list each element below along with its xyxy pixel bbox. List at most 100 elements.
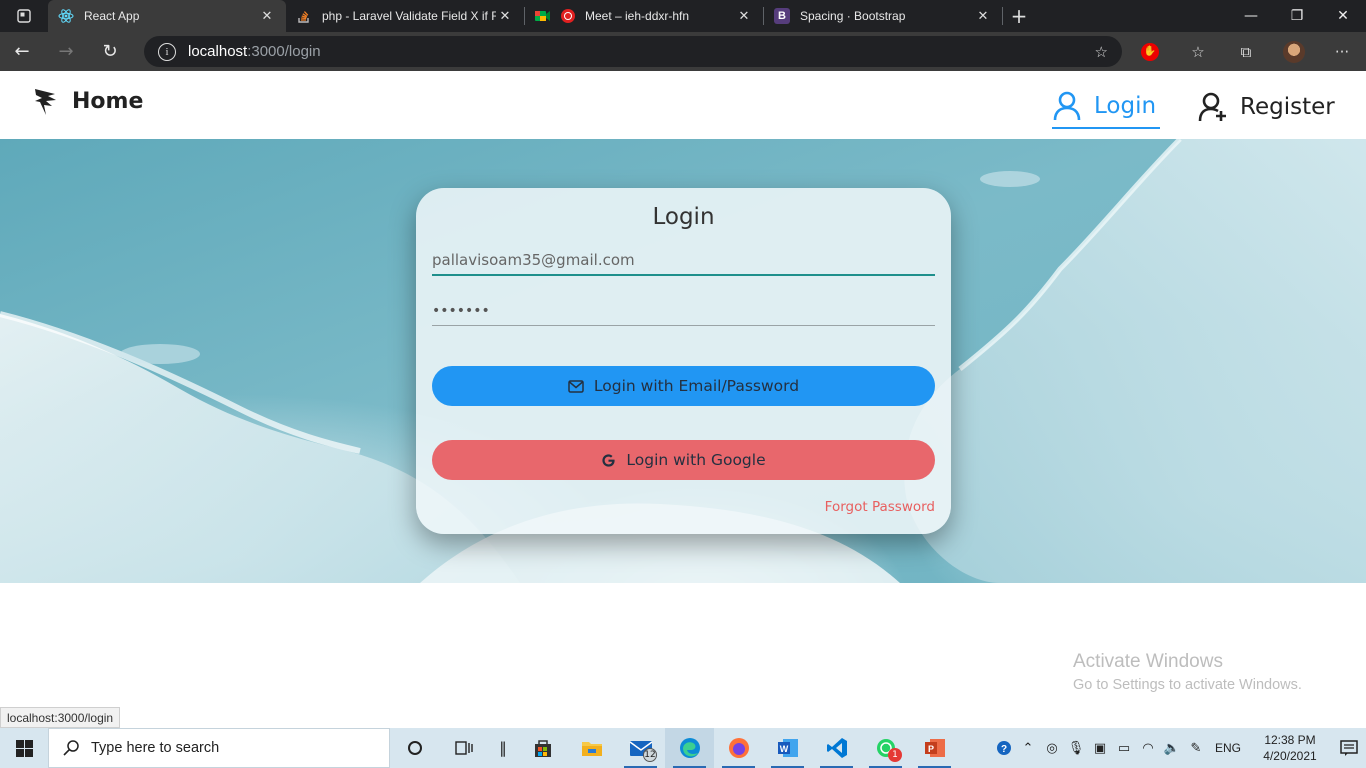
home-link[interactable]: Home (33, 85, 143, 117)
nav-login-link[interactable]: Login (1052, 85, 1161, 129)
tab-meet[interactable]: Meet – ieh-ddxr-hfn ✕ (525, 0, 763, 32)
tab-bootstrap[interactable]: B Spacing · Bootstrap ✕ (764, 0, 1002, 32)
restore-icon[interactable]: ❐ (1274, 0, 1320, 32)
login-email-label: Login with Email/Password (593, 377, 800, 395)
powerpoint-icon[interactable]: P (910, 728, 959, 768)
taskbar-clock[interactable]: 12:38 PM 4/20/2021 (1248, 732, 1332, 764)
close-tab-icon[interactable]: ✕ (735, 8, 753, 24)
tab-title: Spacing · Bootstrap (800, 9, 906, 23)
help-icon[interactable]: ? (992, 728, 1016, 768)
windows-start-icon[interactable] (0, 728, 48, 768)
whatsapp-badge: 1 (888, 748, 902, 762)
close-tab-icon[interactable]: ✕ (974, 8, 992, 24)
microphone-icon[interactable]: 🎙 (1064, 728, 1088, 768)
taskbar-search-input[interactable]: Type here to search (48, 728, 390, 768)
task-view-icon[interactable] (439, 728, 488, 768)
search-icon (63, 740, 79, 756)
whatsapp-icon[interactable]: 1 (861, 728, 910, 768)
close-tab-icon[interactable]: ✕ (496, 8, 514, 24)
firefox-icon[interactable] (714, 728, 763, 768)
battery-icon[interactable]: ▭ (1112, 728, 1136, 768)
nav-register-label: Register (1240, 94, 1335, 120)
add-favorite-icon[interactable]: ☆ (1095, 43, 1108, 61)
vscode-icon[interactable] (812, 728, 861, 768)
mail-icon (568, 379, 584, 393)
close-tab-icon[interactable]: ✕ (258, 8, 276, 24)
forgot-password-link[interactable]: Forgot Password (790, 499, 935, 515)
clock-time: 12:38 PM (1264, 733, 1316, 747)
meet-icon (535, 8, 575, 24)
notification-center-icon[interactable] (1332, 728, 1366, 768)
site-info-icon[interactable]: i (158, 42, 176, 61)
tab-actions-icon[interactable] (0, 0, 48, 32)
email-input[interactable] (432, 246, 935, 274)
home-label: Home (72, 88, 144, 114)
svg-text:P: P (927, 744, 933, 754)
windows-taskbar: Type here to search ‖ 12 W 1 P ? ⌃ ◎ 🎙 ▣… (0, 728, 1366, 768)
extension-icon[interactable]: ✋ (1126, 32, 1174, 71)
avatar (1283, 40, 1305, 63)
stackoverflow-icon (296, 8, 312, 24)
browser-toolbar-right: ✋ ☆ ⧉ ··· (1126, 32, 1366, 71)
profile-avatar[interactable] (1270, 32, 1318, 71)
login-email-button[interactable]: Login with Email/Password (432, 366, 935, 406)
refresh-icon[interactable]: ↻ (88, 32, 132, 71)
settings-more-icon[interactable]: ··· (1318, 32, 1366, 71)
tab-title: React App (84, 9, 140, 23)
meet-now-icon[interactable]: ◎ (1040, 728, 1064, 768)
address-bar: ← → ↻ i localhost:3000/login ☆ ✋ ☆ ⧉ ··· (0, 32, 1366, 71)
login-google-button[interactable]: Login with Google (432, 440, 935, 480)
back-icon[interactable]: ← (0, 32, 44, 71)
file-explorer-icon[interactable] (567, 728, 616, 768)
password-input[interactable] (432, 296, 935, 325)
edge-icon[interactable] (665, 728, 714, 768)
nav-register-link[interactable]: Register (1198, 85, 1335, 129)
user-icon (1053, 91, 1081, 121)
password-field[interactable] (432, 296, 935, 326)
close-window-icon[interactable]: ✕ (1320, 0, 1366, 32)
search-placeholder: Type here to search (91, 740, 220, 756)
url-text: localhost:3000/login (188, 43, 321, 60)
app-navbar: Home Login Register (0, 71, 1366, 139)
minimize-icon[interactable]: — (1228, 0, 1274, 32)
favorites-icon[interactable]: ☆ (1174, 32, 1222, 71)
tab-react-app[interactable]: React App ✕ (48, 0, 286, 32)
login-title: Login (652, 204, 715, 230)
tab-title: php - Laravel Validate Field X if F (322, 9, 496, 23)
url-input[interactable]: i localhost:3000/login ☆ (144, 36, 1122, 67)
system-tray: ? ⌃ ◎ 🎙 ▣ ▭ ◠ 🔈 ✎ ENG 12:38 PM 4/20/2021 (992, 728, 1366, 768)
status-bar-link: localhost:3000/login (0, 707, 121, 728)
show-hidden-icons-icon[interactable]: ⌃ (1016, 728, 1040, 768)
browser-tab-strip: React App ✕ php - Laravel Validate Field… (0, 0, 1366, 32)
device-icon[interactable]: ▣ (1088, 728, 1112, 768)
watermark-title: Activate Windows (1073, 651, 1223, 672)
nav-login-label: Login (1094, 93, 1157, 119)
mail-app-icon[interactable]: 12 (616, 728, 665, 768)
wifi-icon[interactable]: ◠ (1136, 728, 1160, 768)
google-icon (602, 453, 615, 467)
window-controls: — ❐ ✕ (1228, 0, 1366, 32)
forward-icon[interactable]: → (44, 32, 88, 71)
volume-icon[interactable]: 🔈 (1160, 728, 1184, 768)
brand-logo-icon (35, 89, 56, 115)
login-card: Login (416, 188, 951, 534)
watermark-subtitle: Go to Settings to activate Windows. (1073, 677, 1302, 693)
svg-text:?: ? (1001, 744, 1007, 755)
tab-stackoverflow[interactable]: php - Laravel Validate Field X if F ✕ (286, 0, 524, 32)
svg-text:W: W (779, 744, 788, 754)
word-icon[interactable]: W (763, 728, 812, 768)
tab-title: Meet – ieh-ddxr-hfn (585, 9, 690, 23)
new-tab-button[interactable]: + (1003, 0, 1035, 32)
email-field[interactable] (432, 246, 935, 276)
taskbar-divider-icon: ‖ (499, 739, 507, 757)
collections-icon[interactable]: ⧉ (1222, 32, 1270, 71)
mail-badge: 12 (643, 748, 657, 762)
adblock-icon: ✋ (1141, 42, 1159, 61)
cortana-icon[interactable] (390, 728, 439, 768)
bootstrap-icon: B (774, 8, 790, 24)
store-icon[interactable] (518, 728, 567, 768)
pen-icon[interactable]: ✎ (1184, 728, 1208, 768)
clock-date: 4/20/2021 (1263, 749, 1317, 763)
user-plus-icon (1198, 92, 1226, 122)
language-indicator[interactable]: ENG (1208, 741, 1248, 755)
